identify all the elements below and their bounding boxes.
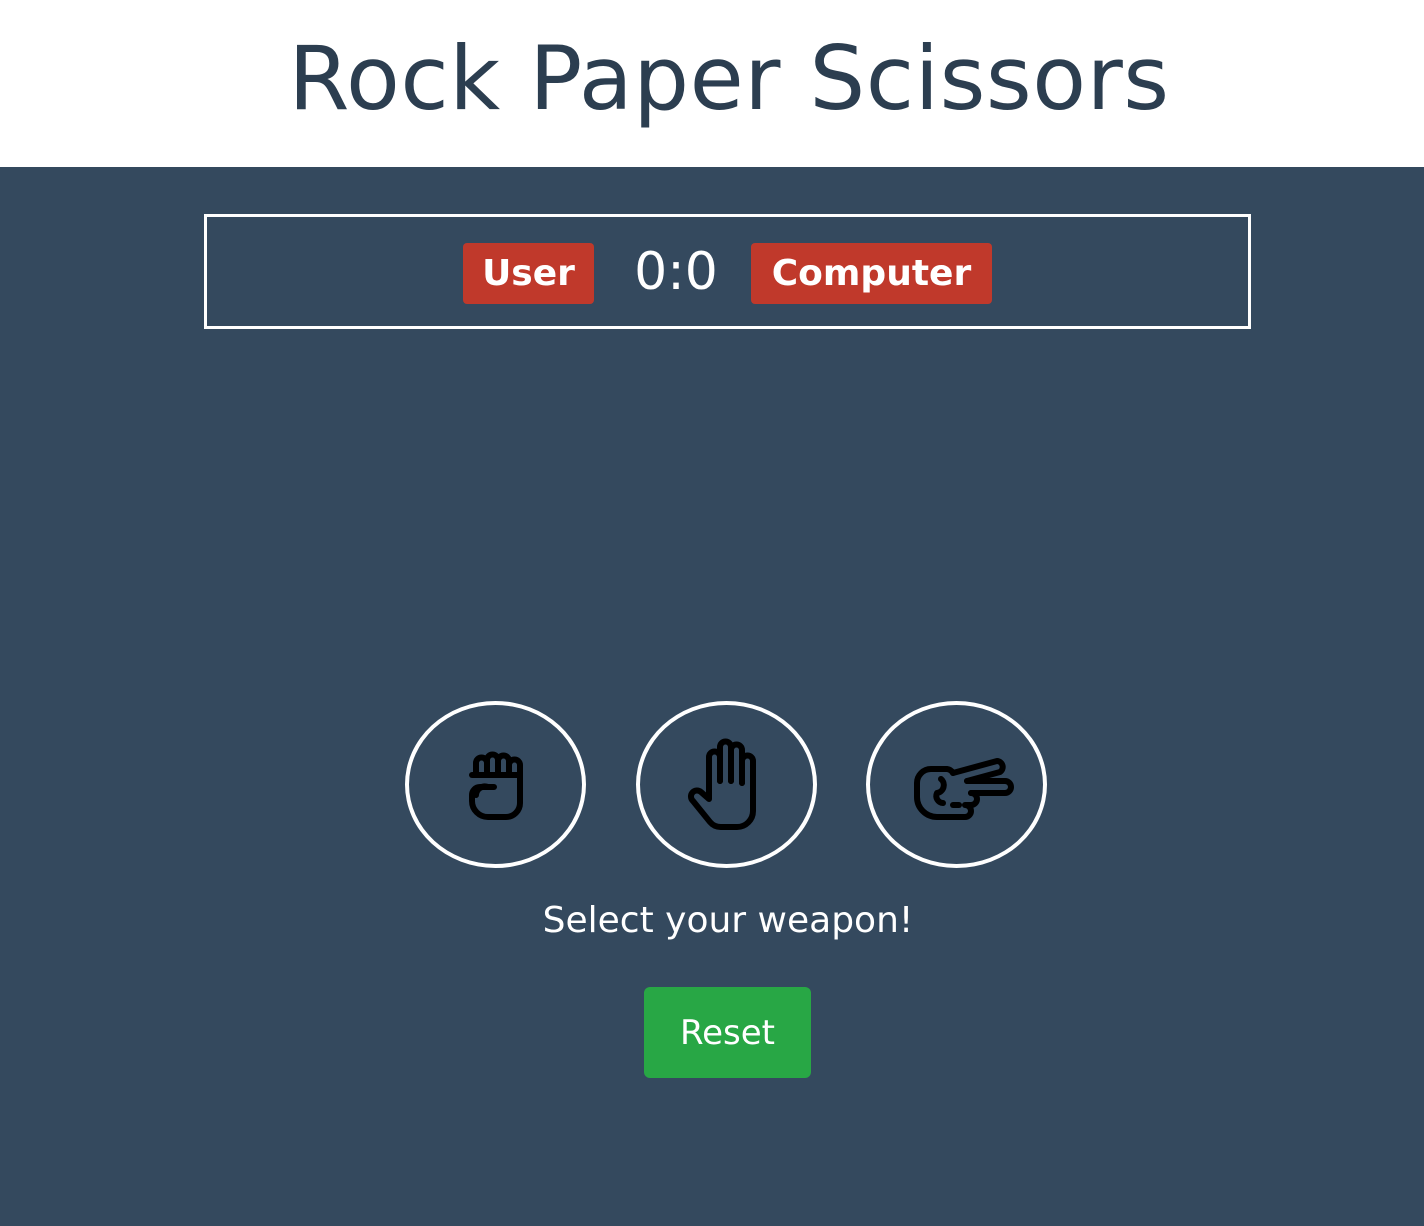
score-display: 0:0 [634, 242, 718, 302]
page-title: Rock Paper Scissors [288, 27, 1170, 130]
header-bar: Rock Paper Scissors [0, 0, 1424, 167]
scoreboard: User 0:0 Computer [204, 214, 1251, 329]
hand-paper-icon [687, 738, 756, 830]
computer-badge: Computer [751, 243, 992, 304]
hand-scissors-icon [913, 757, 1014, 820]
status-message: Select your weapon! [542, 900, 914, 941]
reset-button[interactable]: Reset [644, 987, 811, 1078]
user-badge: User [463, 243, 594, 304]
paper-choice-button[interactable] [636, 701, 817, 868]
rock-choice-button[interactable] [405, 701, 586, 868]
scissors-choice-button[interactable] [866, 701, 1047, 868]
hand-rock-icon [468, 751, 523, 820]
